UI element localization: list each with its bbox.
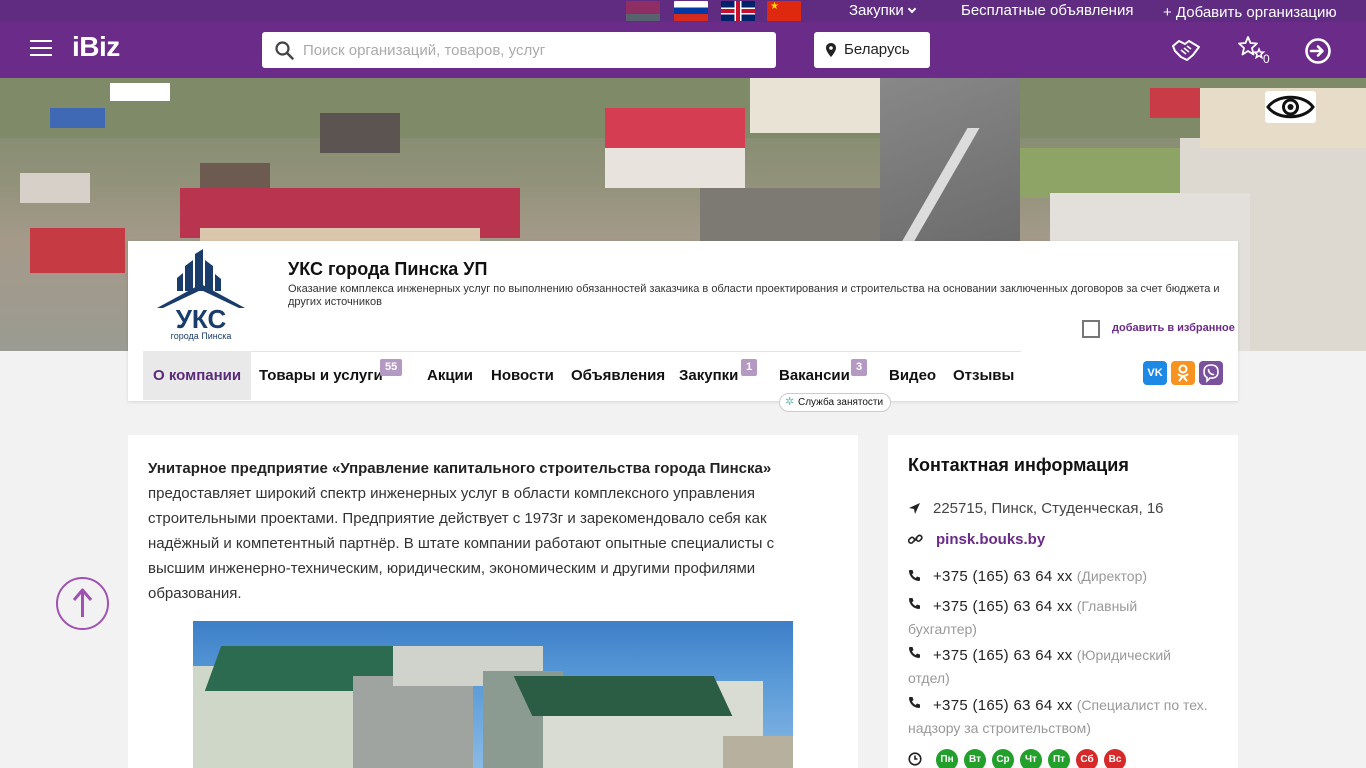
products-count-badge: 55 xyxy=(380,359,403,376)
company-title: УКС города Пинска УП xyxy=(288,259,488,279)
add-to-favorites-link[interactable]: добавить в избранное xyxy=(1112,322,1235,334)
tab-news[interactable]: Новости xyxy=(491,351,554,400)
purchases-dropdown[interactable]: Закупки xyxy=(849,2,916,20)
day-friday: Пт xyxy=(1048,749,1070,768)
tab-about[interactable]: О компании xyxy=(143,351,252,400)
job-service-label: Служба занятости xyxy=(798,397,884,408)
company-logo: УКС города Пинска xyxy=(157,249,245,341)
menu-icon[interactable] xyxy=(30,40,52,57)
favorite-checkbox[interactable] xyxy=(1082,320,1100,338)
link-icon xyxy=(908,534,923,544)
viber-icon xyxy=(1203,364,1219,383)
chevron-down-icon xyxy=(907,4,916,14)
contact-phone-director: +375 (165) 63 64 xx (Директор) xyxy=(933,567,1223,586)
tab-purchases[interactable]: Закупки xyxy=(679,351,738,400)
contact-address: 225715, Пинск, Студенческая, 16 xyxy=(933,500,1164,517)
company-description: Оказание комплекса инженерных услуг по в… xyxy=(288,283,1220,308)
tab-reviews[interactable]: Отзывы xyxy=(953,351,1014,400)
tab-video[interactable]: Видео xyxy=(889,351,936,400)
vacancies-count-badge: 3 xyxy=(851,359,868,376)
contact-phone-accountant: +375 (165) 63 64 xx (Главный бухгалтер) xyxy=(908,595,1208,641)
job-service-tag[interactable]: ✲ Служба занятости xyxy=(779,393,892,412)
contacts-title: Контактная информация xyxy=(908,455,1129,475)
belarus-flag-icon[interactable] xyxy=(626,1,660,21)
arrow-up-icon xyxy=(72,588,93,617)
logo-sub-text: города Пинска xyxy=(171,331,232,341)
odnoklassniki-icon xyxy=(1177,364,1189,382)
location-arrow-icon xyxy=(909,503,920,514)
location-pin-icon xyxy=(826,43,836,57)
day-tuesday: Вт xyxy=(964,749,986,768)
view-toggle-button[interactable] xyxy=(1265,91,1316,123)
search-input[interactable] xyxy=(262,32,776,68)
phone-number[interactable]: +375 (165) 63 64 xx xyxy=(933,697,1073,714)
clock-icon xyxy=(908,752,922,766)
scroll-up-button[interactable] xyxy=(56,577,109,630)
contact-phone-supervision: +375 (165) 63 64 xx (Специалист по тех. … xyxy=(908,694,1208,740)
phone-role: (Директор) xyxy=(1076,568,1148,584)
contact-website-link[interactable]: pinsk.bouks.by xyxy=(936,531,1045,548)
phone-icon xyxy=(909,570,920,581)
add-organization-link[interactable]: + Добавить организацию xyxy=(1163,4,1337,22)
ok-share-button[interactable] xyxy=(1171,361,1195,385)
uk-flag-icon[interactable] xyxy=(721,1,755,21)
vk-share-button[interactable]: VK xyxy=(1143,361,1167,385)
phone-number[interactable]: +375 (165) 63 64 xx xyxy=(933,647,1073,664)
tab-products[interactable]: Товары и услуги xyxy=(259,351,383,400)
phone-number[interactable]: +375 (165) 63 64 xx xyxy=(933,598,1073,615)
day-thursday: Чт xyxy=(1020,749,1042,768)
handshake-icon[interactable] xyxy=(1171,37,1201,63)
phone-number[interactable]: +375 (165) 63 64 xx xyxy=(933,568,1073,585)
day-wednesday: Ср xyxy=(992,749,1014,768)
tab-promotions[interactable]: Акции xyxy=(427,351,473,400)
about-description: предоставляет широкий спектр инженерных … xyxy=(148,485,775,602)
tab-ads[interactable]: Объявления xyxy=(571,351,665,400)
about-company-name: Унитарное предприятие «Управление капита… xyxy=(148,460,772,477)
about-text: Унитарное предприятие «Управление капита… xyxy=(148,456,798,606)
day-sunday: Вс xyxy=(1104,749,1126,768)
eye-icon xyxy=(1266,95,1315,119)
viber-share-button[interactable] xyxy=(1199,361,1223,385)
region-label: Беларусь xyxy=(844,41,910,58)
site-logo[interactable]: iBiz xyxy=(72,31,120,63)
search-icon xyxy=(275,41,294,60)
stars-icon[interactable] xyxy=(1238,35,1266,63)
purchases-count-badge: 1 xyxy=(741,359,758,376)
purchases-label: Закупки xyxy=(849,2,904,19)
contact-phone-legal: +375 (165) 63 64 xx (Юридический отдел) xyxy=(908,644,1208,690)
company-building-photo xyxy=(193,621,793,768)
favorites-count: 0 xyxy=(1263,52,1270,66)
login-icon[interactable] xyxy=(1304,37,1332,65)
logo-main-text: УКС xyxy=(176,304,227,334)
vk-icon: VK xyxy=(1147,367,1163,379)
region-selector[interactable]: Беларусь xyxy=(814,32,930,68)
china-flag-icon[interactable] xyxy=(767,1,801,21)
russia-flag-icon[interactable] xyxy=(674,1,708,21)
flower-icon: ✲ xyxy=(785,396,795,408)
day-monday: Пн xyxy=(936,749,958,768)
top-bar: Закупки Бесплатные объявления + Добавить… xyxy=(0,0,1366,22)
day-saturday: Сб xyxy=(1076,749,1098,768)
free-ads-link[interactable]: Бесплатные объявления xyxy=(961,2,1133,20)
